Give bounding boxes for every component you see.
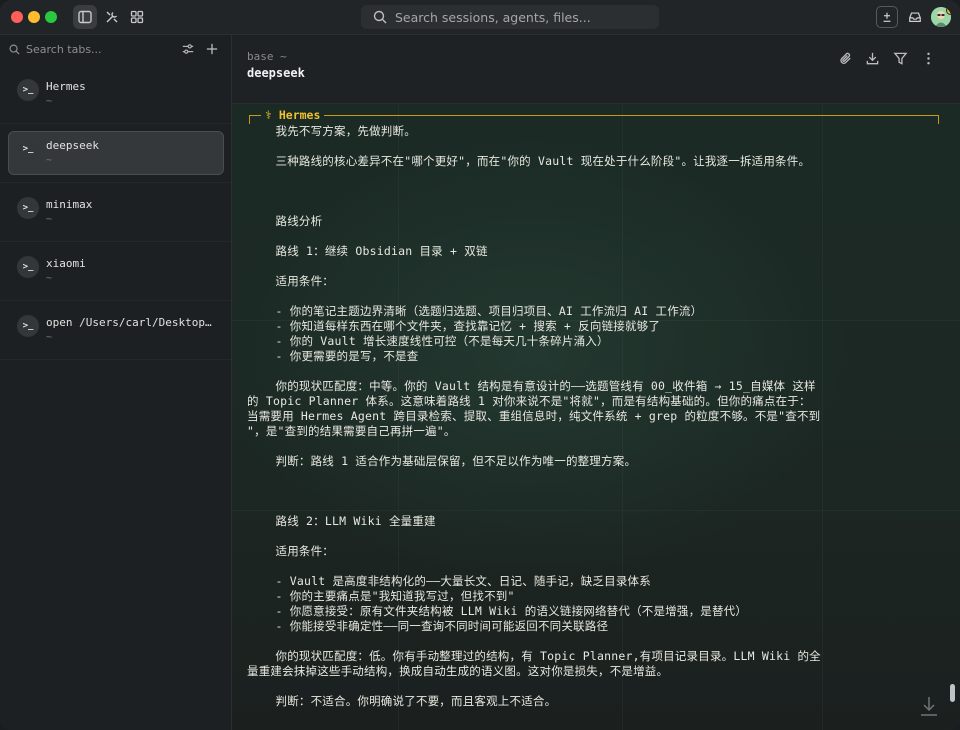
tab-item-minimax[interactable]: >_ minimax ~ [0,183,231,242]
zoom-window-button[interactable] [45,11,57,23]
terminal-line: - 你知道每样东西在哪个文件夹，查找靠记忆 + 搜索 + 反向链接就够了 [247,319,661,333]
tab-list: >_ Hermes ~ >_ deepseek ~ >_ minimax ~ >… [0,65,231,360]
add-tab-icon[interactable] [204,41,220,57]
background-grid-line [822,104,823,730]
tab-title: Hermes [46,80,86,93]
selected-highlight [8,131,224,175]
tab-item-hermes[interactable]: >_ Hermes ~ [0,65,231,124]
global-search-input[interactable]: Search sessions, agents, files... [361,5,659,29]
terminal-line: 适用条件： [247,544,334,558]
terminal-line: 你的现状匹配度：低。你有手动整理过的结构，有 Topic Planner,有项目… [247,649,821,663]
tab-title: deepseek [46,139,99,152]
tools-icon[interactable] [100,5,124,29]
terminal-icon: >_ [17,315,39,337]
tab-subtitle: ~ [46,332,53,343]
terminal-line: - 你的主要痛点是"我知道我写过，但找不到" [247,589,515,603]
terminal-line: - 你更需要的是写，不是查 [247,349,419,363]
main-panel: base ~ deepseek ⚕ Hermes 我先不写方案，先做判断。 三种… [232,35,960,730]
tab-subtitle: ~ [46,155,53,166]
search-icon [9,44,20,55]
breadcrumb: base ~ [247,50,287,63]
agent-label: ⚕ Hermes [261,108,325,122]
title-bar: Search sessions, agents, files... [0,0,960,35]
terminal-line: - 你的笔记主题边界清晰（选题归选题、项目归项目、AI 工作流归 AI 工作流） [247,304,703,318]
search-icon [373,10,387,24]
scrollbar-thumb[interactable] [950,684,955,702]
terminal-line: 三种路线的核心差异不在"哪个更好"，而在"你的 Vault 现在处于什么阶段"。… [247,154,811,168]
download-icon[interactable] [862,48,882,68]
terminal-line: - 你的 Vault 增长速度线性可控（不是每天几十条碎片涌入） [247,334,609,348]
more-options-icon[interactable] [918,48,938,68]
page-title: deepseek [247,66,305,80]
terminal-line: 适用条件： [247,274,334,288]
tab-subtitle: ~ [46,214,53,225]
terminal-icon: >_ [17,197,39,219]
notification-badge [946,7,951,15]
terminal-line: 我先不写方案，先做判断。 [247,124,416,138]
avatar[interactable] [931,7,951,27]
paperclip-icon[interactable] [835,48,855,68]
sidebar: Search tabs... >_ Hermes ~ >_ deepseek ~… [0,35,232,730]
terminal-line: - Vault 是高度非结构化的——大量长文、日记、随手记，缺乏目录体系 [247,574,651,588]
terminal-line: 判断：路线 1 适合作为基础层保留，但不足以作为唯一的整理方案。 [247,454,637,468]
filter-icon[interactable] [890,48,910,68]
tab-title: open /Users/carl/Desktop/... [46,316,218,329]
filter-sliders-icon[interactable] [180,41,196,57]
scroll-to-bottom-icon[interactable] [918,694,940,718]
terminal-line: - 你能接受非确定性——同一查询不同时间可能返回不同关联路径 [247,619,609,633]
terminal-icon: >_ [17,256,39,278]
terminal-line: 路线 1：继续 Obsidian 目录 + 双链 [247,244,488,258]
session-header: base ~ deepseek [232,35,960,104]
new-session-icon[interactable] [876,6,898,28]
terminal-line: 你的现状匹配度：中等。你的 Vault 结构是有意设计的——选题管线有 00_收… [247,379,816,393]
sidebar-toggle-icon[interactable] [73,5,97,29]
inbox-icon[interactable] [904,6,926,28]
tab-search-placeholder: Search tabs... [26,42,102,56]
terminal-line: 的 Topic Planner 体系。这意味着路线 1 对你来说不是"将就"，而… [247,394,811,408]
tab-title: minimax [46,198,93,211]
global-search-placeholder: Search sessions, agents, files... [395,9,591,25]
tab-subtitle: ~ [46,96,53,107]
background-grid-line [232,510,960,511]
terminal-icon: >_ [17,79,39,101]
terminal-icon: >_ [17,138,39,160]
terminal-line: 判断：不适合。你明确说了不要，而且客观上不适合。 [247,694,557,708]
app-window: Search sessions, agents, files... Search… [0,0,960,730]
terminal-line: "，是"查到的结果需要自己再拼一遍"。 [247,424,456,438]
close-window-button[interactable] [11,11,23,23]
terminal-line: 路线分析 [247,214,323,228]
tab-item-xiaomi[interactable]: >_ xiaomi ~ [0,242,231,301]
grid-view-icon[interactable] [125,5,149,29]
terminal-output[interactable]: ⚕ Hermes 我先不写方案，先做判断。 三种路线的核心差异不在"哪个更好"，… [232,104,960,730]
tab-title: xiaomi [46,257,86,270]
terminal-line: - 你愿意接受：原有文件夹结构被 LLM Wiki 的语义链接网络替代（不是增强… [247,604,748,618]
terminal-line: 当需要用 Hermes Agent 跨目录检索、提取、重组信息时，纯文件系统 +… [247,409,821,423]
tab-search-input[interactable]: Search tabs... [0,35,231,63]
terminal-line: 路线 2：LLM Wiki 全量重建 [247,514,436,528]
tab-item-deepseek[interactable]: >_ deepseek ~ [0,124,231,183]
minimize-window-button[interactable] [28,11,40,23]
tab-subtitle: ~ [46,273,53,284]
tab-item-open-desktop[interactable]: >_ open /Users/carl/Desktop/... ~ [0,301,231,360]
terminal-line: 量重建会抹掉这些手动结构，换成自动生成的语义图。这对你是损失，不是增益。 [247,664,669,678]
